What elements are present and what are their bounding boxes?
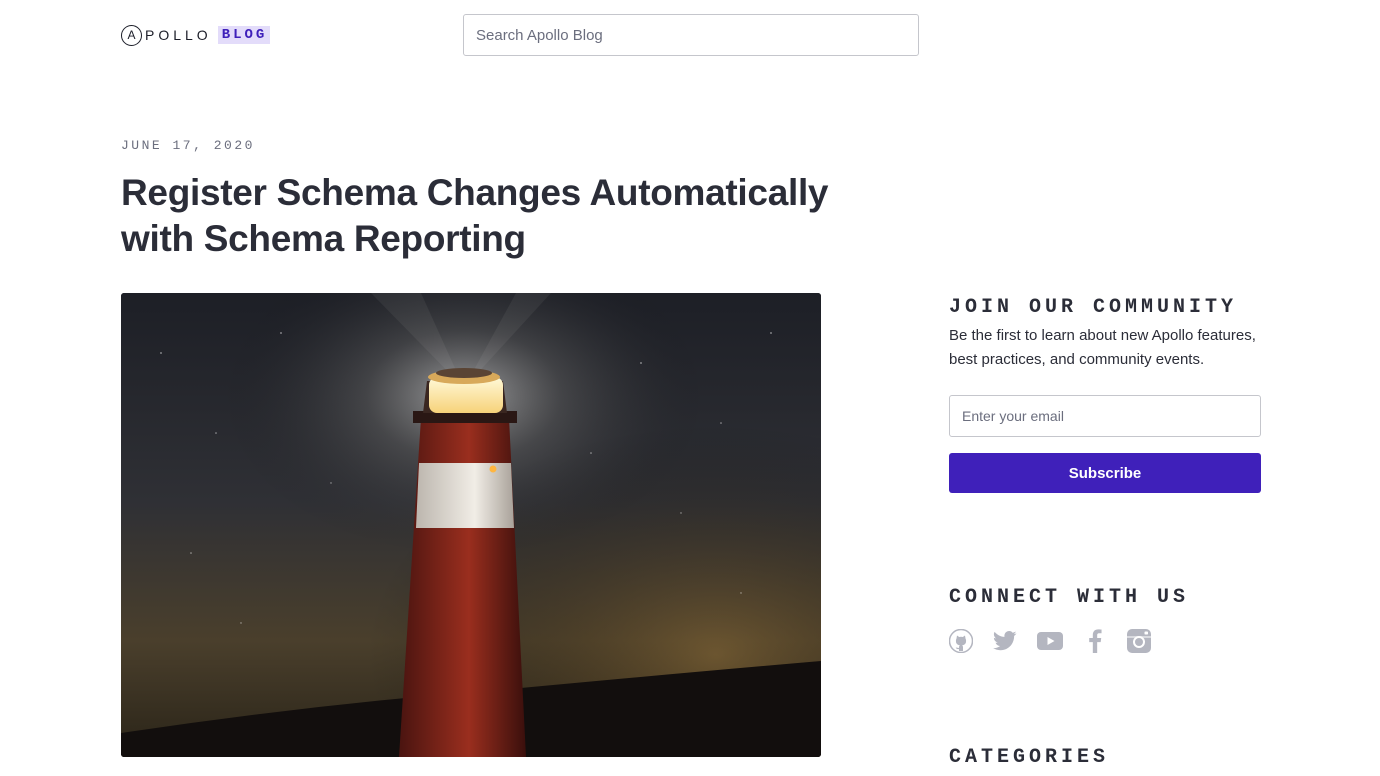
connect-heading: CONNECT WITH US — [949, 586, 1190, 609]
post-title: Register Schema Changes Automatically wi… — [121, 172, 829, 259]
lighthouse-illustration — [121, 293, 821, 757]
youtube-icon[interactable] — [1037, 628, 1063, 654]
page: APOLLO BLOG JUNE 17, 2020 Register Schem… — [0, 0, 1380, 776]
apollo-wordmark: A POLLO — [121, 24, 212, 46]
apollo-logo-icon: A — [121, 24, 142, 46]
join-community-heading: JOIN OUR COMMUNITY — [949, 296, 1238, 319]
apollo-wordmark-rest: POLLO — [145, 27, 212, 43]
facebook-icon-graphic — [1089, 629, 1102, 653]
youtube-icon-graphic — [1037, 632, 1063, 650]
twitter-icon-graphic — [993, 631, 1017, 651]
facebook-icon[interactable] — [1083, 628, 1107, 654]
github-icon-graphic — [949, 629, 973, 653]
hero-image — [121, 293, 821, 757]
apollo-blog-logo[interactable]: A POLLO BLOG — [121, 22, 271, 48]
categories-heading: CATEGORIES — [949, 746, 1110, 769]
join-community-description: Be the first to learn about new Apollo f… — [949, 327, 1256, 368]
social-links — [949, 628, 1151, 654]
search-input[interactable] — [463, 14, 919, 56]
blog-badge: BLOG — [217, 26, 271, 44]
instagram-icon-graphic — [1127, 629, 1151, 653]
instagram-icon[interactable] — [1127, 628, 1151, 654]
github-icon[interactable] — [949, 628, 973, 654]
email-field[interactable] — [949, 395, 1261, 437]
twitter-icon[interactable] — [993, 628, 1017, 654]
post-date: JUNE 17, 2020 — [121, 138, 255, 153]
subscribe-button[interactable]: Subscribe — [949, 453, 1261, 493]
